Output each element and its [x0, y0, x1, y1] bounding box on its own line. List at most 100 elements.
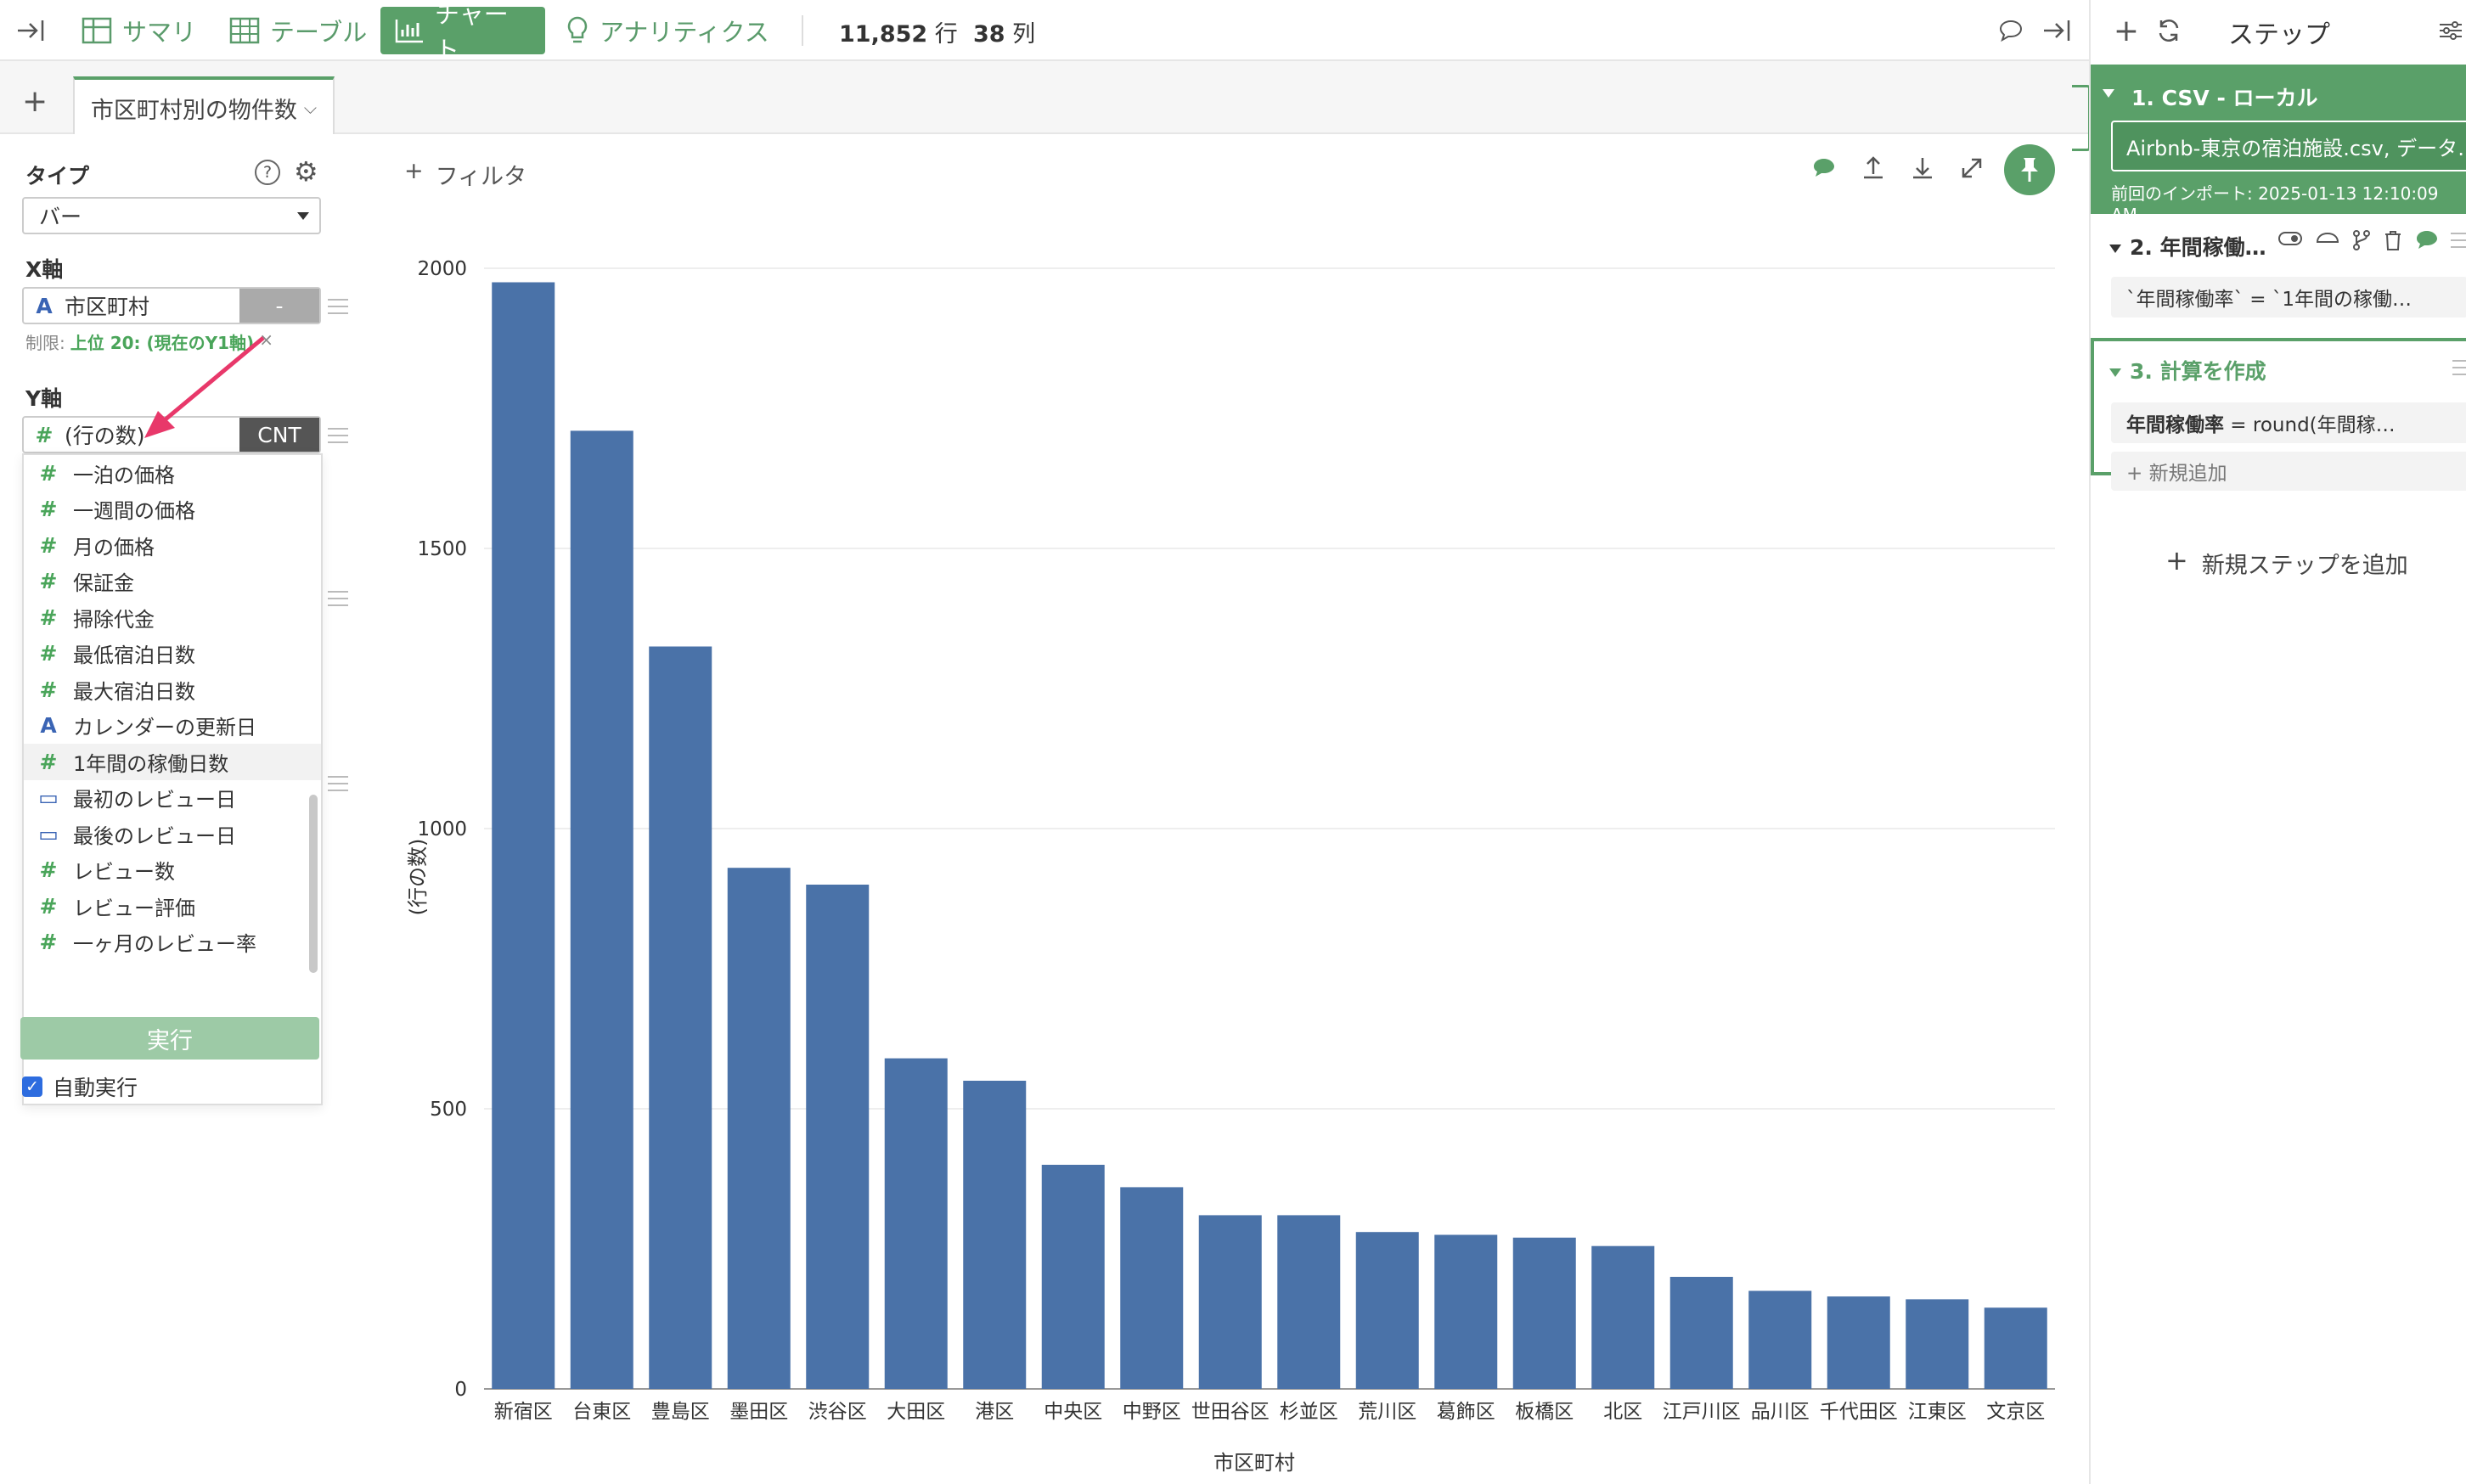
- settings-sliders-icon[interactable]: [2434, 14, 2466, 48]
- dropdown-item[interactable]: # 一泊の価格: [24, 455, 321, 492]
- tab-table[interactable]: テーブル: [216, 7, 380, 54]
- bar-新宿区[interactable]: [492, 282, 555, 1390]
- dropdown-item[interactable]: # 一ヶ月のレビュー率: [24, 925, 321, 961]
- dropdown-item[interactable]: ▭ 最後のレビュー日: [24, 816, 321, 852]
- bar-大田区[interactable]: [884, 1058, 948, 1389]
- toggle-icon[interactable]: [2277, 229, 2303, 248]
- refresh-icon[interactable]: [2152, 14, 2186, 48]
- dropdown-item[interactable]: # 掃除代金: [24, 599, 321, 636]
- gear-icon[interactable]: ⚙: [294, 158, 318, 185]
- bar-台東区[interactable]: [570, 430, 633, 1389]
- dropdown-scrollbar[interactable]: [309, 795, 318, 973]
- bar-渋谷区[interactable]: [806, 885, 870, 1389]
- step-csv-local[interactable]: 1. CSV - ローカル Airbnb-東京の宿泊施設.csv, データ… 前…: [2091, 65, 2466, 225]
- add-new-calculation-button[interactable]: + 新規追加: [2111, 452, 2466, 491]
- bar-世田谷区[interactable]: [1198, 1215, 1262, 1389]
- x-tick-label: 中央区: [1044, 1401, 1102, 1423]
- bar-北区[interactable]: [1591, 1245, 1655, 1389]
- bar-豊島区[interactable]: [649, 646, 712, 1390]
- y-axis-title: (行の数): [406, 839, 430, 916]
- add-sheet-button[interactable]: +: [22, 87, 48, 117]
- plus-icon: +: [2165, 544, 2188, 576]
- bar-墨田区[interactable]: [727, 868, 791, 1389]
- bar-中央区[interactable]: [1041, 1165, 1105, 1389]
- x-tick-label: 杉並区: [1280, 1401, 1338, 1423]
- mask-icon[interactable]: [2315, 229, 2340, 248]
- collapse-triangle-icon[interactable]: [2109, 368, 2121, 377]
- collapse-triangle-icon[interactable]: [2109, 245, 2121, 253]
- bar-葛飾区[interactable]: [1434, 1234, 1498, 1390]
- bar-chart: 0 500 1000 1500 2000 新宿区 台東区 豊島区 墨田区 渋谷区 大田区 港区 中央区…: [406, 258, 2055, 1475]
- step1-import-time: 前回のインポート: 2025-01-13 12:10:09 AM: [2111, 183, 2439, 225]
- bar-千代田区[interactable]: [1827, 1296, 1890, 1389]
- x-tick-label: 文京区: [1986, 1401, 2045, 1423]
- branch-icon[interactable]: [2352, 229, 2371, 251]
- bar-中野区[interactable]: [1120, 1187, 1184, 1389]
- bar-江戸川区[interactable]: [1669, 1277, 1733, 1389]
- collapse-triangle-icon[interactable]: [2103, 89, 2114, 98]
- step2-expression[interactable]: `年間稼働率` = `1年間の稼働…: [2111, 277, 2466, 318]
- dropdown-item[interactable]: A カレンダーの更新日: [24, 708, 321, 745]
- sheet-tab[interactable]: 市区町村別の物件数 ⌵: [73, 76, 335, 136]
- chart-type-select[interactable]: バー: [22, 197, 321, 234]
- x-axis-field[interactable]: A 市区町村 -: [22, 287, 321, 324]
- dropdown-item-label: 最初のレビュー日: [73, 788, 236, 812]
- dropdown-item[interactable]: # 一週間の価格: [24, 492, 321, 528]
- dropdown-item[interactable]: # レビュー評価: [24, 888, 321, 925]
- dropdown-item[interactable]: # 最大宿泊日数: [24, 672, 321, 708]
- bar-港区[interactable]: [963, 1081, 1027, 1389]
- number-type-icon: #: [39, 749, 58, 774]
- dropdown-item[interactable]: #1年間の稼働日数: [24, 744, 321, 780]
- autorun-row[interactable]: ✓ 自動実行: [22, 1071, 138, 1102]
- autorun-checkbox[interactable]: ✓: [22, 1076, 42, 1097]
- trash-icon[interactable]: [2383, 229, 2403, 251]
- dropdown-item[interactable]: # 月の価格: [24, 527, 321, 564]
- add-step-icon[interactable]: +: [2109, 14, 2143, 48]
- collapse-left-icon[interactable]: [12, 12, 49, 49]
- step1-file[interactable]: Airbnb-東京の宿泊施設.csv, データ…: [2111, 121, 2466, 171]
- x-axis-title: 市区町村: [1213, 1451, 1295, 1475]
- step3-expression-formula: = round(年間稼…: [2224, 414, 2396, 436]
- row-count-unit: 行: [934, 21, 958, 48]
- dropdown-item[interactable]: # レビュー数: [24, 852, 321, 889]
- tab-table-label: テーブル: [270, 18, 368, 47]
- collapse-right-icon[interactable]: [2038, 12, 2075, 49]
- chart-area: + フィルタ 0 500 1000 1500 2000 新宿区 台東区 豊島区 墨田区 渋谷区大…: [357, 134, 2089, 1484]
- chevron-down-icon[interactable]: ⌵: [304, 98, 317, 118]
- dropdown-item-label: 保証金: [73, 571, 134, 596]
- x-axis-menu-icon[interactable]: [328, 299, 348, 314]
- bar-文京区[interactable]: [1984, 1307, 2047, 1389]
- number-type-icon: #: [39, 532, 58, 558]
- y-axis-label: Y軸: [25, 386, 63, 411]
- dropdown-item[interactable]: # 最低宿泊日数: [24, 636, 321, 672]
- tab-analytics[interactable]: アナリティクス: [552, 7, 783, 54]
- step-create-calculation[interactable]: 3. 計算を作成 年間稼働率 = round(年間稼… + 新規追加: [2091, 338, 2466, 491]
- tab-summary[interactable]: サマリ: [68, 7, 210, 54]
- y-axis-menu-icon[interactable]: [328, 428, 348, 443]
- number-type-icon: #: [39, 930, 58, 955]
- step2-menu-icon[interactable]: [2451, 233, 2466, 248]
- bar-品川区[interactable]: [1748, 1290, 1812, 1390]
- step3-menu-icon[interactable]: [2452, 360, 2466, 375]
- bar-板橋区[interactable]: [1512, 1237, 1576, 1389]
- help-icon[interactable]: ?: [255, 160, 280, 185]
- dropdown-item[interactable]: # 保証金: [24, 564, 321, 600]
- step1-title: 1. CSV - ローカル: [2103, 82, 2318, 112]
- comment-icon[interactable]: [1992, 12, 2030, 49]
- run-button[interactable]: 実行: [20, 1017, 319, 1060]
- field-dropdown-list[interactable]: # 一泊の価格 # 一週間の価格 # 月の価格 # 保証金 # 掃除代金 # 最低宿泊日数 # 最大宿泊日…: [22, 453, 323, 1105]
- field-menu-icon[interactable]: [328, 776, 348, 791]
- bar-杉並区[interactable]: [1277, 1215, 1341, 1389]
- dropdown-item[interactable]: ▭ 最初のレビュー日: [24, 780, 321, 817]
- comment-icon[interactable]: [2415, 229, 2439, 251]
- number-type-icon: #: [39, 604, 58, 630]
- bar-江東区[interactable]: [1906, 1299, 1969, 1389]
- add-new-step-button[interactable]: + 新規ステップを追加: [2165, 547, 2408, 580]
- step3-expression[interactable]: 年間稼働率 = round(年間稼…: [2111, 402, 2466, 443]
- tab-chart[interactable]: チャート: [380, 0, 545, 65]
- field-menu-icon[interactable]: [328, 591, 348, 606]
- step2-title[interactable]: 2. 年間稼働…: [2109, 231, 2266, 261]
- bar-荒川区[interactable]: [1355, 1232, 1419, 1389]
- x-tick-label: 千代田区: [1820, 1401, 1898, 1423]
- x-axis-aggregate[interactable]: -: [239, 289, 319, 323]
